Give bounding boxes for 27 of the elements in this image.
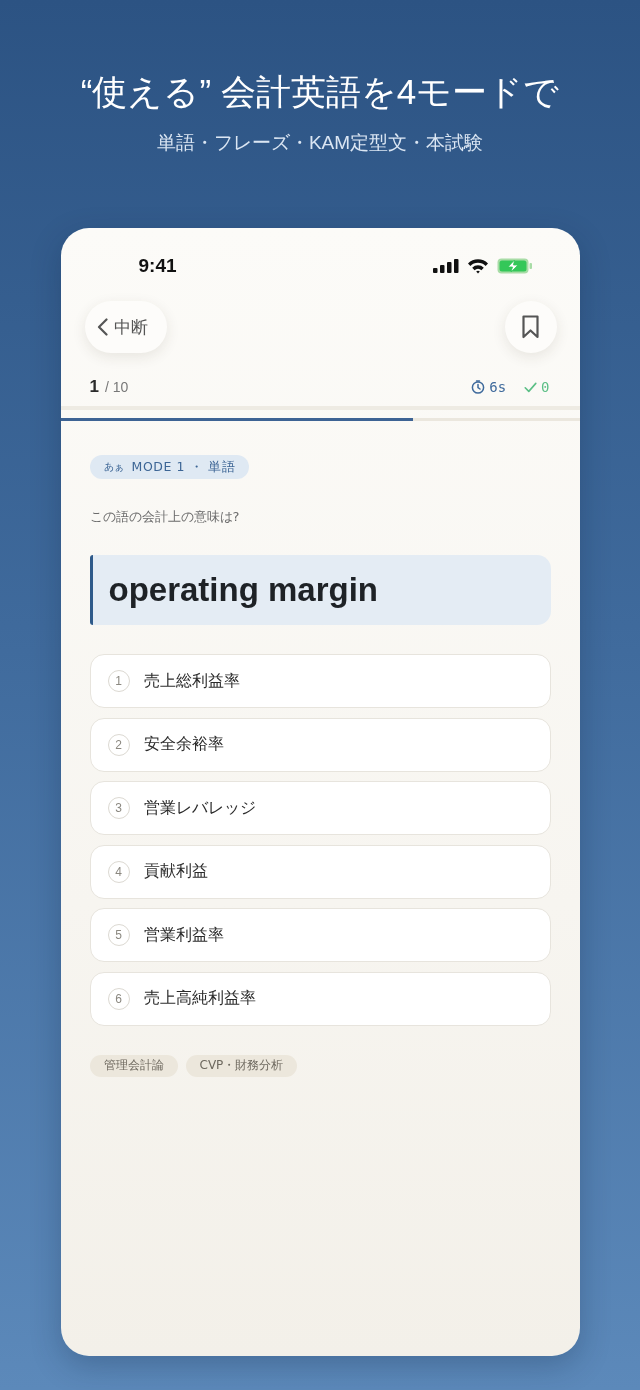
bookmark-icon: [522, 315, 539, 339]
answer-option[interactable]: 5 営業利益率: [89, 908, 551, 963]
question-number: 1: [89, 377, 99, 397]
topic-tag: CVP・財務分析: [185, 1054, 298, 1077]
status-time: 9:41: [138, 255, 177, 277]
question-total: / 10: [104, 379, 129, 395]
answer-option[interactable]: 1 売上総利益率: [89, 654, 551, 708]
page-subtitle: 単語・フレーズ・KAM定型文・本試験: [156, 131, 484, 155]
chevron-left-icon: [96, 318, 108, 336]
battery-charging-icon: [496, 258, 532, 274]
topic-tag: 管理会計論: [89, 1054, 178, 1077]
check-icon: [524, 381, 538, 393]
answer-option[interactable]: 3 営業レバレッジ: [89, 781, 551, 836]
correct-count: 0: [541, 379, 550, 395]
answer-option[interactable]: 4 貢献利益: [89, 844, 551, 899]
page-title: “使える” 会計英語を4モードで: [80, 71, 560, 113]
wifi-icon: [466, 258, 489, 274]
back-button[interactable]: 中断: [84, 301, 167, 353]
question-prompt: この語の会計上の意味は?: [89, 508, 241, 526]
term-card: operating margin: [89, 555, 551, 625]
answer-option[interactable]: 2 安全余裕率: [89, 717, 551, 772]
mode-label: MODE 1 ・ 単語: [131, 458, 236, 476]
timer-icon: [471, 380, 486, 394]
elapsed-time: 6s: [489, 379, 507, 395]
answer-option[interactable]: 6 売上高純利益率: [89, 971, 551, 1026]
signal-icon: [432, 259, 459, 273]
mode-glyph: あぁ: [103, 460, 124, 474]
